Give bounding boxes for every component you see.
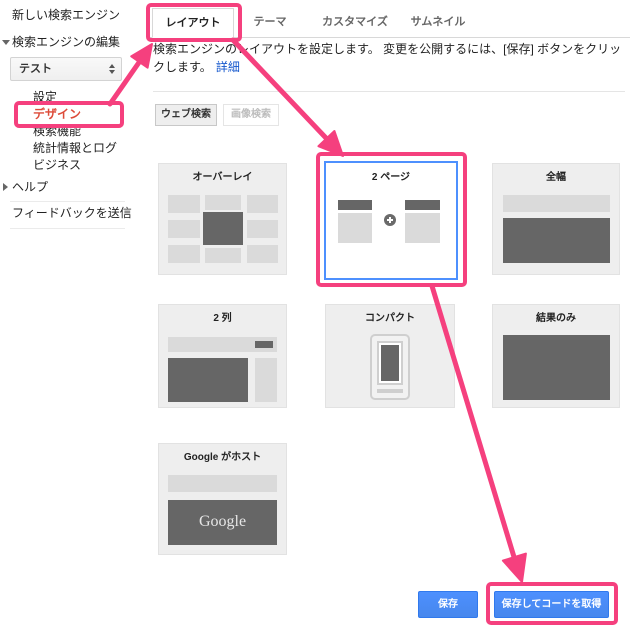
layout-option-label: 2 列 <box>213 313 232 324</box>
thumb-results <box>503 335 610 400</box>
thumb-side-column <box>255 358 277 402</box>
edit-search-engine-label: 検索エンジンの編集 <box>12 35 121 49</box>
layout-option-label: 結果のみ <box>536 313 576 324</box>
section-divider <box>153 91 625 92</box>
thumb-block <box>205 195 241 210</box>
tab-thumbnails[interactable]: サムネイル <box>398 8 478 38</box>
layout-option-label: オーバーレイ <box>192 172 253 183</box>
thumb-page-body <box>338 213 372 243</box>
up-down-arrows-icon <box>109 64 115 75</box>
nav-item-stats-and-logs[interactable]: 統計情報とログ <box>33 140 128 157</box>
thumb-block <box>205 248 241 263</box>
layout-option-compact[interactable]: コンパクト <box>325 304 455 408</box>
triangle-down-icon <box>2 40 10 45</box>
page-description: 検索エンジンのレイアウトを設定します。 変更を公開するには、[保存] ボタンをク… <box>153 40 625 76</box>
thumb-results <box>503 218 610 263</box>
layout-option-google-hosted[interactable]: Google がホスト Google <box>158 443 287 555</box>
plus-circle-icon <box>384 214 396 226</box>
layout-option-two-column[interactable]: 2 列 <box>158 304 287 408</box>
thumb-page-header <box>338 200 372 210</box>
subtab-image-search: 画像検索 <box>223 104 279 126</box>
layout-option-results-only[interactable]: 結果のみ <box>492 304 620 408</box>
thumb-page-body <box>405 213 440 243</box>
save-button[interactable]: 保存 <box>418 591 478 618</box>
tab-theme[interactable]: テーマ <box>234 8 306 38</box>
thumb-phone-screen <box>381 345 399 381</box>
sidebar-divider <box>10 228 125 229</box>
annotation-arrow-head <box>317 130 344 157</box>
annotation-arrow-head <box>501 552 527 583</box>
thumb-block <box>247 245 278 263</box>
details-link[interactable]: 詳細 <box>216 60 240 74</box>
nav-item-design[interactable]: デザイン <box>33 106 128 123</box>
google-logo: Google <box>198 513 247 530</box>
search-engine-select[interactable]: テスト <box>10 57 122 81</box>
thumb-results <box>168 358 248 402</box>
layout-option-label: Google がホスト <box>183 452 262 463</box>
tab-layout[interactable]: レイアウト <box>152 8 234 38</box>
layout-option-full-width[interactable]: 全幅 <box>492 163 620 275</box>
smartphone-icon <box>370 334 410 400</box>
thumb-phone-screen-frame <box>377 341 403 385</box>
edit-nav-list: 設定 デザイン 検索機能 統計情報とログ ビジネス <box>33 89 128 174</box>
layout-option-overlay[interactable]: オーバーレイ <box>158 163 287 275</box>
help-toggle[interactable]: ヘルプ <box>0 179 140 195</box>
thumb-block <box>247 195 278 213</box>
layout-option-label: コンパクト <box>365 313 415 324</box>
thumb-google-page: Google <box>168 500 277 545</box>
layout-option-label: 全幅 <box>546 172 566 183</box>
thumb-phone-buttons <box>377 389 403 393</box>
thumb-overlay-panel <box>203 212 243 245</box>
nav-item-search-features[interactable]: 検索機能 <box>33 123 128 140</box>
subtab-web-search[interactable]: ウェブ検索 <box>155 104 217 126</box>
save-and-get-code-button[interactable]: 保存してコードを取得 <box>494 591 609 618</box>
send-feedback-link[interactable]: フィードバックを送信 <box>12 205 132 221</box>
search-engine-select-value: テスト <box>19 63 52 75</box>
thumb-block <box>168 245 200 263</box>
help-label: ヘルプ <box>12 180 49 194</box>
thumb-block <box>247 220 278 238</box>
tab-customize[interactable]: カスタマイズ <box>312 8 398 38</box>
new-search-engine-link[interactable]: 新しい検索エンジン <box>12 7 120 23</box>
layout-option-two-page[interactable]: 2 ページ <box>324 161 458 280</box>
triangle-right-icon <box>3 183 8 191</box>
thumb-search-bar <box>168 475 277 492</box>
thumb-block <box>168 195 200 213</box>
thumb-search-button <box>255 341 273 348</box>
nav-item-settings[interactable]: 設定 <box>33 89 128 106</box>
thumb-page-header <box>405 200 440 210</box>
thumb-block <box>168 220 200 238</box>
sidebar-divider <box>10 201 125 202</box>
nav-item-business[interactable]: ビジネス <box>33 157 128 174</box>
edit-search-engine-toggle[interactable]: 検索エンジンの編集 <box>0 34 140 50</box>
thumb-search-bar <box>503 195 610 212</box>
layout-option-label: 2 ページ <box>371 172 411 183</box>
